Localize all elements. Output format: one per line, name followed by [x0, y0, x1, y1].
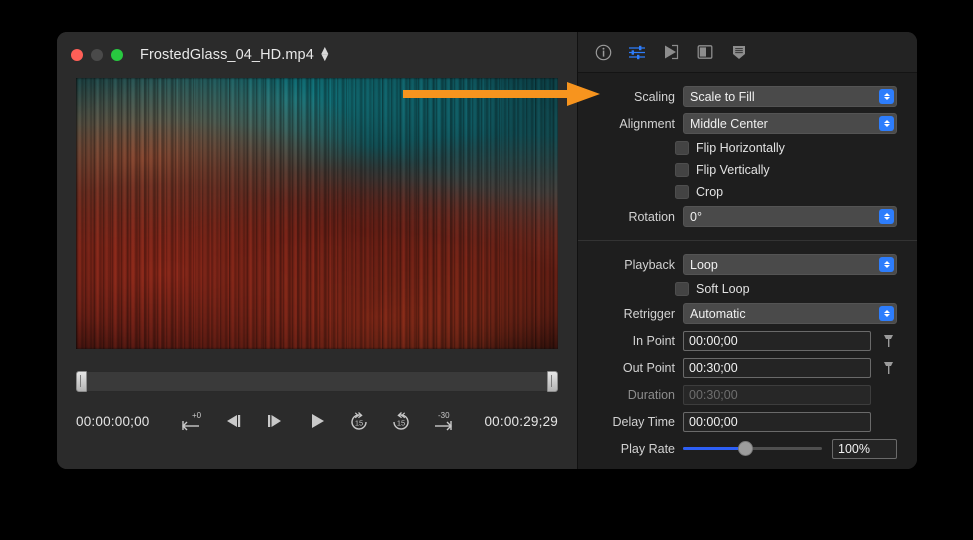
flip-vertically-row[interactable]: Flip Vertically — [578, 159, 897, 181]
step-forward-button[interactable] — [262, 408, 288, 434]
chevron-updown-icon — [879, 208, 894, 224]
chevron-updown-icon — [879, 305, 894, 321]
scaling-popup[interactable]: Scale to Fill — [683, 86, 897, 107]
flip-horizontally-row[interactable]: Flip Horizontally — [578, 137, 897, 159]
svg-text:15: 15 — [397, 419, 405, 428]
current-timecode: 00:00:00;00 — [76, 413, 150, 429]
total-timecode: 00:00:29;29 — [484, 413, 558, 429]
duration-label: Duration — [627, 387, 675, 402]
screenshot-root: FrostedGlass_04_HD.mp4 ▲ ▼ 00:00:00;00 +… — [0, 0, 973, 540]
delay-time-row: Delay Time 00:00;00 — [578, 408, 897, 435]
soft-loop-label: Soft Loop — [696, 282, 750, 296]
crop-checkbox[interactable] — [675, 185, 689, 199]
play-rate-label: Play Rate — [620, 441, 675, 456]
playback-popup[interactable]: Loop — [683, 254, 897, 275]
scaling-label: Scaling — [634, 89, 675, 104]
playback-label: Playback — [624, 257, 675, 272]
flip-horizontally-label: Flip Horizontally — [696, 141, 785, 155]
duration-row: Duration 00:30;00 — [578, 381, 897, 408]
video-vignette — [76, 78, 558, 349]
play-button[interactable] — [304, 408, 330, 434]
player-pane: FrostedGlass_04_HD.mp4 ▲ ▼ 00:00:00;00 +… — [57, 32, 577, 469]
scrubber-track[interactable] — [76, 371, 558, 392]
chevron-updown-icon — [879, 256, 894, 272]
layout-icon[interactable] — [694, 41, 716, 63]
svg-text:15: 15 — [355, 419, 363, 428]
media-player-window: FrostedGlass_04_HD.mp4 ▲ ▼ 00:00:00;00 +… — [57, 32, 917, 469]
scaling-value: Scale to Fill — [690, 89, 755, 104]
alignment-row: Alignment Middle Center — [578, 110, 897, 137]
in-point-label: In Point — [632, 333, 675, 348]
minimize-button[interactable] — [91, 49, 103, 61]
in-point-input[interactable]: 00:00;00 — [683, 330, 871, 351]
retrigger-value: Automatic — [690, 306, 746, 321]
chevron-updown-icon — [879, 115, 894, 131]
in-point-row: In Point 00:00;00 — [578, 327, 897, 354]
zoom-button[interactable] — [111, 49, 123, 61]
video-preview[interactable] — [76, 78, 558, 349]
out-point-row: Out Point 00:30;00 — [578, 354, 897, 381]
out-point-label: Out Point — [622, 360, 675, 375]
rotation-value: 0° — [690, 209, 702, 224]
slider-fill — [683, 447, 745, 450]
transform-section: Scaling Scale to Fill Alignment Middle C… — [578, 73, 917, 240]
soft-loop-checkbox[interactable] — [675, 282, 689, 296]
alignment-value: Middle Center — [690, 116, 768, 131]
play-rate-row: Play Rate 100% — [578, 435, 897, 462]
sliders-icon[interactable] — [626, 41, 648, 63]
close-button[interactable] — [71, 49, 83, 61]
rotation-popup[interactable]: 0° — [683, 206, 897, 227]
retrigger-label: Retrigger — [623, 306, 675, 321]
inspector-panel: Scaling Scale to Fill Alignment Middle C… — [577, 32, 917, 469]
window-title: FrostedGlass_04_HD.mp4 — [140, 47, 314, 63]
inspector-toolbar — [578, 32, 917, 73]
svg-text:+0: +0 — [192, 411, 202, 420]
flip-horizontally-checkbox[interactable] — [675, 141, 689, 155]
title-stepper-icon[interactable]: ▲ ▼ — [319, 44, 331, 63]
crop-row[interactable]: Crop — [578, 181, 897, 203]
go-to-start-button[interactable]: +0 — [178, 408, 204, 434]
tag-icon[interactable] — [728, 41, 750, 63]
svg-text:-30: -30 — [438, 411, 450, 420]
transport-bar: 00:00:00;00 +0 15 15 -30 00:00:29;29 — [76, 406, 558, 436]
traffic-lights — [71, 49, 123, 61]
chevron-updown-icon — [879, 88, 894, 104]
window-titlebar: FrostedGlass_04_HD.mp4 ▲ ▼ — [57, 32, 577, 78]
slider-knob[interactable] — [737, 441, 753, 456]
forward-15-button[interactable]: 15 — [388, 408, 414, 434]
retrigger-row: Retrigger Automatic — [578, 300, 897, 327]
retrigger-popup[interactable]: Automatic — [683, 303, 897, 324]
step-backward-button[interactable] — [220, 408, 246, 434]
scaling-row: Scaling Scale to Fill — [578, 83, 897, 110]
out-point-marker-icon[interactable] — [879, 360, 897, 376]
scrubber-row — [76, 371, 558, 392]
playback-row: Playback Loop — [578, 251, 897, 278]
play-rate-input[interactable]: 100% — [832, 438, 897, 459]
alignment-label: Alignment — [619, 116, 675, 131]
play-rate-slider[interactable] — [683, 441, 822, 457]
crop-label: Crop — [696, 185, 724, 199]
in-point-marker-icon[interactable] — [879, 333, 897, 349]
duration-input: 00:30;00 — [683, 384, 871, 405]
delay-time-label: Delay Time — [612, 414, 675, 429]
info-icon[interactable] — [592, 41, 614, 63]
trim-out-handle[interactable] — [547, 371, 558, 392]
trim-in-handle[interactable] — [76, 371, 87, 392]
rotation-row: Rotation 0° — [578, 203, 897, 230]
go-to-end-button[interactable]: -30 — [430, 408, 456, 434]
rewind-15-button[interactable]: 15 — [346, 408, 372, 434]
out-point-input[interactable]: 00:30;00 — [683, 357, 871, 378]
transport-buttons: +0 15 15 -30 — [178, 408, 456, 434]
playback-value: Loop — [690, 257, 718, 272]
soft-loop-row[interactable]: Soft Loop — [578, 278, 897, 300]
alignment-popup[interactable]: Middle Center — [683, 113, 897, 134]
rotation-label: Rotation — [628, 209, 675, 224]
flip-vertically-checkbox[interactable] — [675, 163, 689, 177]
flip-vertically-label: Flip Vertically — [696, 163, 770, 177]
playback-section: Playback Loop Soft Loop Retrigger Automa… — [578, 240, 917, 469]
delay-time-input[interactable]: 00:00;00 — [683, 411, 871, 432]
playback-icon[interactable] — [660, 41, 682, 63]
